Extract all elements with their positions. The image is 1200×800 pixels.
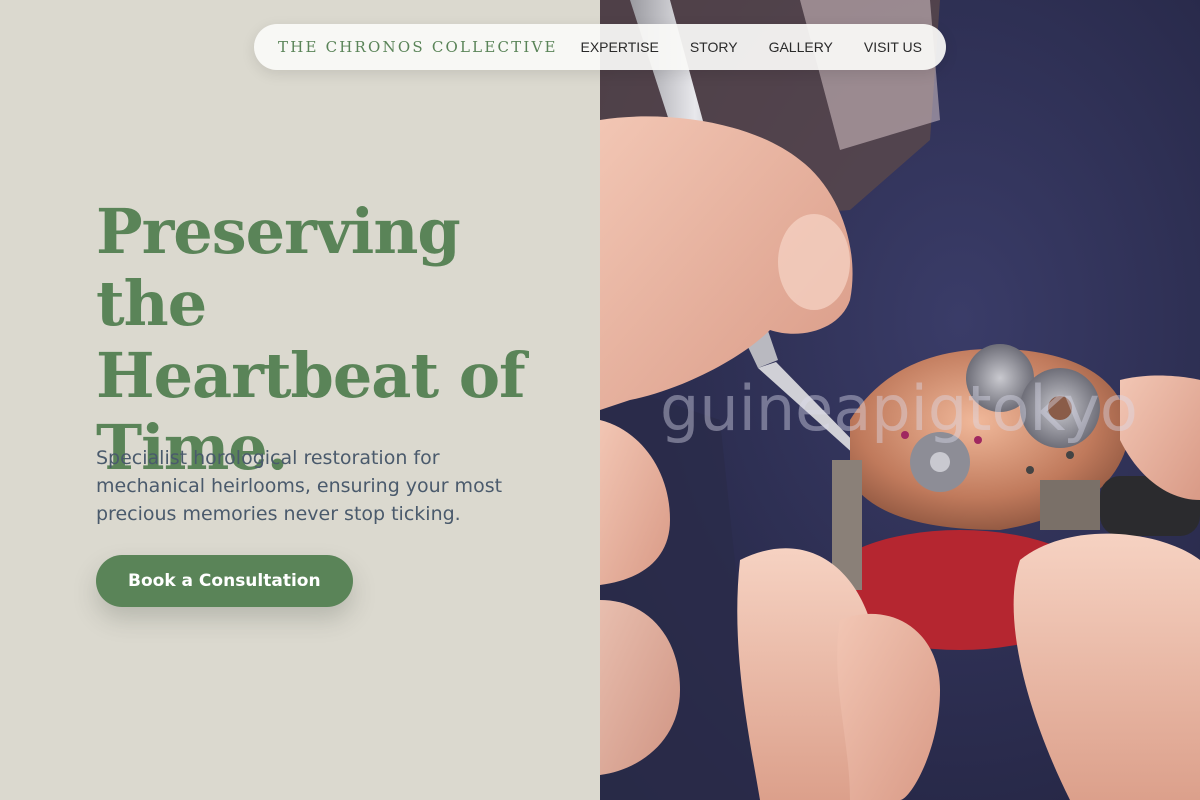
hero-headline: Preserving the Heartbeat of Time. xyxy=(96,195,526,484)
nav-link-expertise[interactable]: EXPERTISE xyxy=(581,39,659,55)
nav-link-story[interactable]: STORY xyxy=(690,39,738,55)
nav-link-visit-us[interactable]: VISIT US xyxy=(864,39,922,55)
hero-page: Preserving the Heartbeat of Time. Specia… xyxy=(0,0,1200,800)
brand-logo[interactable]: THE CHRONOS COLLECTIVE xyxy=(278,38,558,56)
nav-links: EXPERTISE STORY GALLERY VISIT US xyxy=(581,39,923,55)
hero-subtitle: Specialist horological restoration for m… xyxy=(96,447,503,525)
nav-link-gallery[interactable]: GALLERY xyxy=(769,39,833,55)
watchmaker-illustration xyxy=(600,0,1200,800)
top-navigation: THE CHRONOS COLLECTIVE EXPERTISE STORY G… xyxy=(254,24,946,70)
hero-text-panel: Preserving the Heartbeat of Time. Specia… xyxy=(0,0,600,800)
watch-repair-photo xyxy=(600,0,1200,800)
book-consultation-button[interactable]: Book a Consultation xyxy=(96,555,353,607)
